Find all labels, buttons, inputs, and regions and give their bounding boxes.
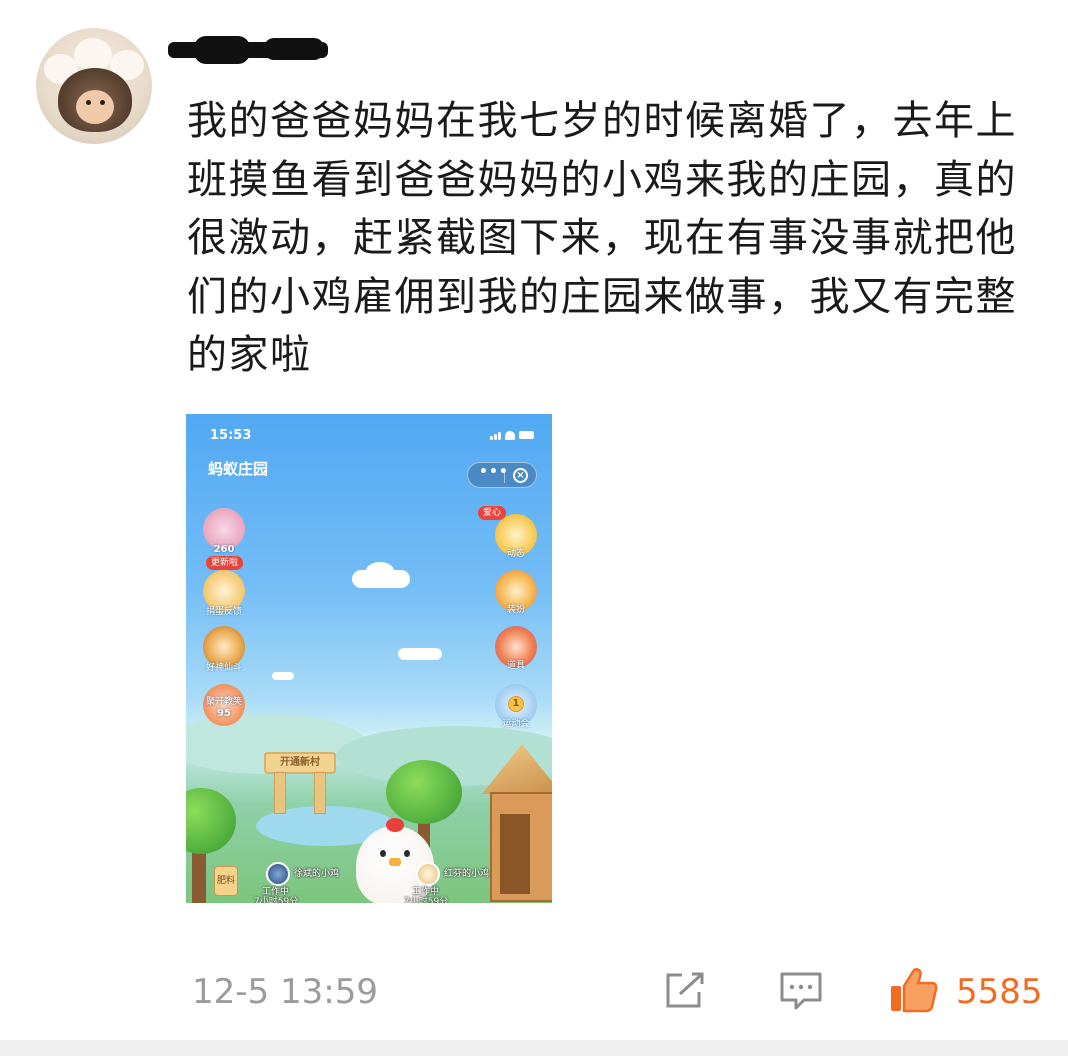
props-label: 道具 [506, 661, 525, 671]
dressup-label: 装扮 [506, 605, 525, 615]
share-button[interactable] [662, 970, 708, 1010]
fairy-label: 好神仙斗 [205, 663, 242, 673]
love-level-value: 260 [213, 544, 235, 555]
worker-time: 7小时59分 [254, 897, 299, 903]
comment-button[interactable] [778, 970, 824, 1012]
app-title: 蚂蚁庄园 [208, 460, 269, 478]
status-time: 15:53 [210, 428, 252, 443]
thumbs-up-icon [891, 968, 938, 1013]
hut [482, 744, 552, 903]
worker-avatar[interactable] [416, 862, 440, 886]
mini-program-capsule[interactable]: ••• × [467, 462, 537, 488]
close-icon[interactable]: × [513, 468, 528, 483]
update-tag: 更新啦 [206, 556, 244, 570]
happy-label: 聚开教笑 [205, 697, 242, 707]
worker-name: 徐斌的小鸡 [294, 869, 340, 879]
sports-badge: 1 [508, 696, 524, 712]
post-text: 我的爸爸妈妈在我七岁的时候离婚了，去年上班摸鱼看到爸爸妈妈的小鸡来我的庄园，真的… [187, 98, 1017, 378]
sports-label: 运动会 [502, 719, 530, 729]
user-avatar[interactable] [36, 28, 152, 144]
share-icon [666, 972, 704, 1008]
like-count: 5585 [956, 972, 1043, 1012]
worker-avatar[interactable] [266, 862, 290, 886]
happy-value: 95 [217, 708, 231, 719]
gate-label: 开通新村 [264, 752, 336, 774]
like-button[interactable] [888, 966, 938, 1014]
news-label: 动态 [506, 549, 525, 559]
post-image[interactable]: 15:53 蚂蚁庄园 ••• × 260 更新啦 捐蛋反馈 好神仙斗 聚开教笑 … [186, 414, 552, 903]
donate-feedback-label: 捐蛋反馈 [205, 607, 242, 617]
username-redacted[interactable] [164, 36, 330, 66]
new-village-gate[interactable]: 开通新村 [264, 752, 336, 814]
worker-time: 7小时59分 [404, 897, 449, 903]
divider [0, 1040, 1068, 1056]
post-timestamp: 12-5 13:59 [192, 972, 378, 1012]
status-icons [490, 430, 534, 440]
comment-icon [780, 972, 822, 1010]
fertilizer-button[interactable]: 肥料 [214, 866, 238, 896]
worker-name: 红芬的小鸡 [444, 869, 490, 879]
